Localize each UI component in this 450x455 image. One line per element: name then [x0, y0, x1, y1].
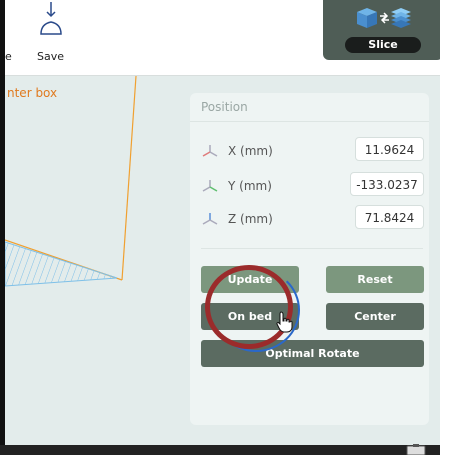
position-row-z: Z (mm) 71.8424	[190, 205, 429, 233]
window-bottom-edge	[0, 445, 450, 455]
x-label: X (mm)	[228, 144, 273, 158]
panel-title: Position	[201, 100, 248, 114]
save-button[interactable]: Save	[31, 0, 71, 70]
position-row-x: X (mm) 11.9624	[190, 137, 429, 165]
optimal-rotate-button[interactable]: Optimal Rotate	[201, 340, 424, 367]
y-position-input[interactable]: -133.0237	[350, 172, 424, 196]
divider	[190, 121, 429, 122]
z-label: Z (mm)	[228, 212, 273, 226]
axis-icon	[202, 145, 218, 157]
slice-button[interactable]: Slice	[323, 0, 443, 60]
center-button[interactable]: Center	[326, 303, 424, 330]
y-label: Y (mm)	[228, 179, 272, 193]
save-label: Save	[37, 50, 65, 63]
top-toolbar: e Save Slice	[5, 0, 443, 76]
z-position-input[interactable]: 71.8424	[355, 205, 424, 229]
position-row-y: Y (mm) -133.0237	[190, 172, 429, 200]
hand-cursor-icon	[276, 311, 293, 333]
reset-button[interactable]: Reset	[326, 266, 424, 293]
update-button[interactable]: Update	[201, 266, 299, 293]
window-right-edge	[440, 0, 450, 455]
axis-icon	[202, 180, 218, 192]
camera-icon[interactable]	[405, 444, 429, 455]
divider	[201, 248, 423, 249]
slice-layers-icon	[391, 8, 411, 28]
save-icon	[40, 2, 62, 35]
slice-label: Slice	[345, 37, 421, 53]
position-panel: Position X (mm) 11.9624 Y (mm) -133.0237…	[190, 93, 429, 425]
object-name-label: nter box	[7, 86, 58, 100]
slice-cube-icon	[357, 8, 411, 28]
toolbar-item-label: e	[5, 50, 12, 63]
axis-icon	[202, 213, 218, 225]
x-position-input[interactable]: 11.9624	[355, 137, 424, 161]
